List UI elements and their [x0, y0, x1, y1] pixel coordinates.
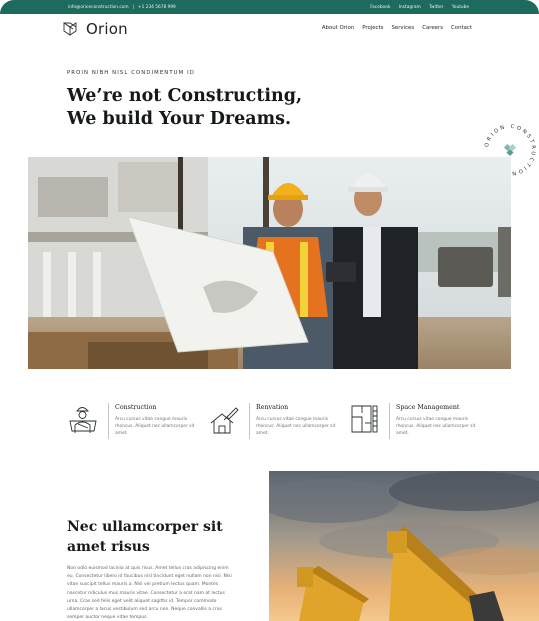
service-title: Construction	[115, 404, 157, 411]
social-link-instagram[interactable]: Instagram	[399, 5, 421, 10]
service-title: Space Management	[396, 404, 460, 411]
topbar-separator: |	[132, 4, 135, 10]
service-description: Arcu cursus vitae congue mauris rhoncus.…	[256, 417, 336, 436]
contact-email-link[interactable]: info@orionconstruction.com	[68, 5, 129, 10]
service-description: Arcu cursus vitae congue mauris rhoncus.…	[396, 417, 476, 436]
contact-phone-link[interactable]: +1 234 5678 999	[138, 5, 176, 10]
badge-diamond-icon	[503, 143, 517, 157]
nav-item-contact[interactable]: Contact	[451, 25, 472, 31]
service-title: Renvation	[256, 404, 289, 411]
about-body: Non odio euismod lacinia at quis risus. …	[67, 566, 232, 621]
social-link-twitter[interactable]: Twitter	[429, 5, 443, 10]
page: info@orionconstruction.com | +1 234 5678 9…	[0, 0, 539, 621]
orion-logo-icon	[63, 22, 77, 36]
service-description: Arcu cursus vitae congue mauris rhoncus.…	[115, 417, 195, 436]
service-divider	[108, 403, 109, 439]
nav-item-about[interactable]: About Orion	[322, 25, 354, 31]
social-link-youtube[interactable]: Youtube	[452, 5, 469, 10]
hero-eyebrow: PROIN NIBH NISL CONDIMENTUM ID	[67, 70, 195, 76]
worker-blueprint-icon	[69, 407, 97, 433]
service-divider	[249, 403, 250, 439]
hero-image	[28, 157, 511, 369]
nav-item-services[interactable]: Services	[391, 25, 414, 31]
floorplan-icon	[351, 405, 378, 433]
main-nav: About Orion Projects Services Careers Co…	[314, 25, 472, 31]
excavator-image	[269, 471, 539, 621]
about-title: Nec ullamcorper sit amet risus	[67, 519, 223, 555]
service-divider	[389, 403, 390, 439]
top-bar: info@orionconstruction.com | +1 234 5678 9…	[0, 0, 539, 14]
brand-name: Orion	[86, 20, 128, 38]
nav-item-projects[interactable]: Projects	[362, 25, 383, 31]
site-logo[interactable]: Orion	[62, 19, 128, 39]
hero-title: We’re not Constructing, We build Your Dr…	[67, 86, 303, 129]
nav-item-careers[interactable]: Careers	[422, 25, 443, 31]
social-link-facebook[interactable]: Facebook	[370, 5, 390, 10]
house-paintbrush-icon	[210, 407, 239, 434]
